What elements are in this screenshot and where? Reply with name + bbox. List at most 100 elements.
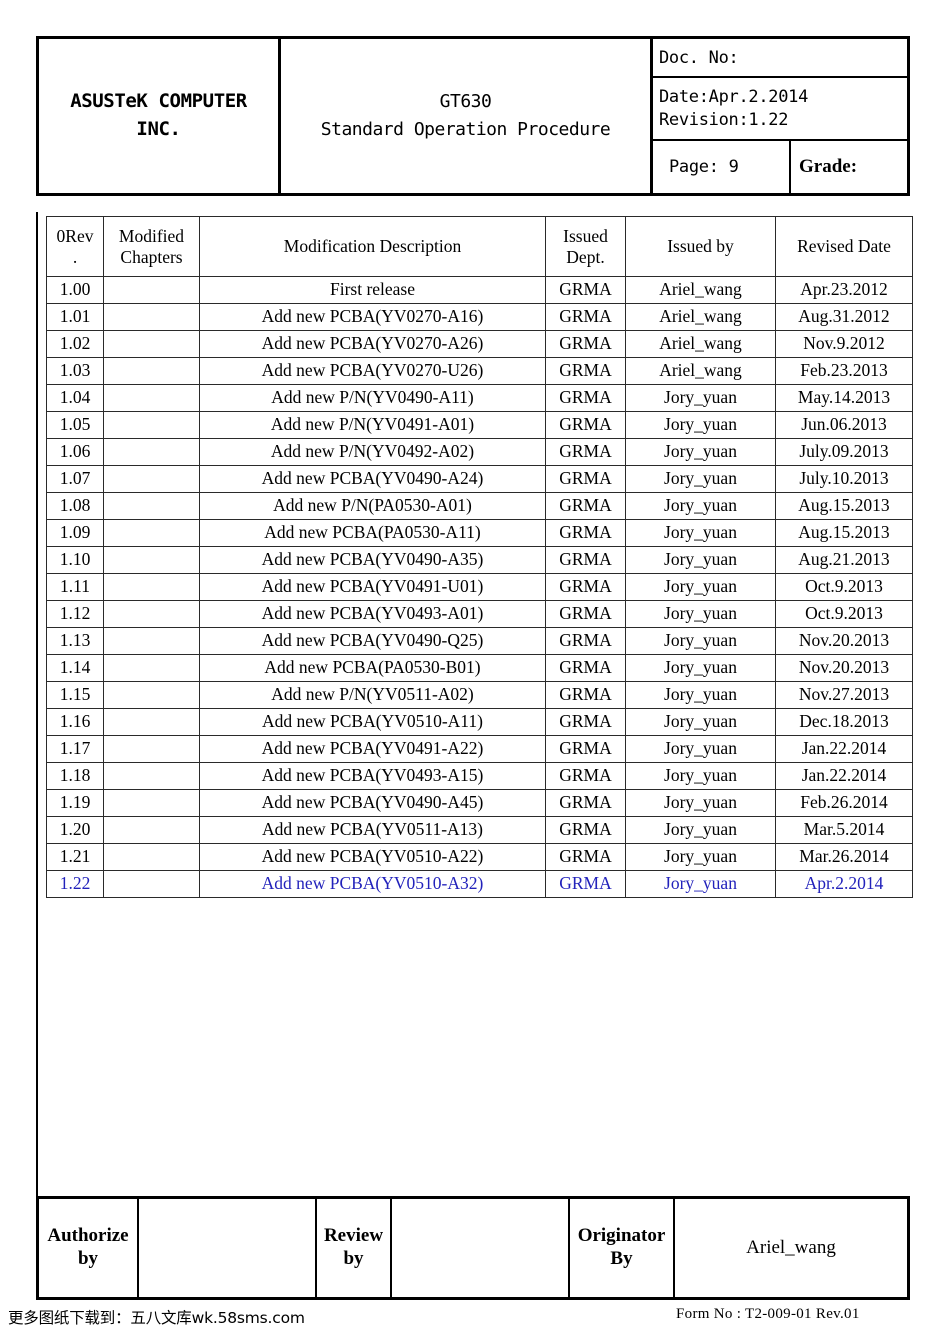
cell-modified-chapters [103,411,200,439]
cell-revised-date: Feb.26.2014 [775,789,913,817]
cell-description: Add new PCBA(YV0270-A16) [199,303,546,331]
cell-issued-by: Jory_yuan [625,708,776,736]
cell-modified-chapters [103,681,200,709]
table-row: 1.09 Add new PCBA(PA0530-A11) GRMA Jory_yua… [46,519,913,547]
grade-label: Grade: [799,156,858,177]
page-number: Page: 9 [669,157,739,177]
cell-revision: 1.17 [46,735,104,763]
cell-revised-date: Mar.5.2014 [775,816,913,844]
cell-description: Add new P/N(YV0491-A01) [199,411,546,439]
table-row: 1.07 Add new PCBA(YV0490-A24) GRMA Jory_yua… [46,465,913,493]
cell-revised-date: Nov.20.2013 [775,654,913,682]
cell-revised-date: Aug.21.2013 [775,546,913,574]
form-number: Form No : T2-009-01 Rev.01 [676,1306,860,1322]
cell-revision: 1.09 [46,519,104,547]
table-row: 1.12 Add new PCBA(YV0493-A01) GRMA Jory_yua… [46,600,913,628]
cell-issued-dept: GRMA [545,816,626,844]
cell-issued-by: Jory_yuan [625,843,776,871]
review-by-value-cell[interactable] [392,1199,570,1297]
table-row: 1.08 Add new P/N(PA0530-A01) GRMA Jory_yuan… [46,492,913,520]
col-header-issued-dept-line2: Dept. [566,246,605,267]
table-row: 1.14 Add new PCBA(PA0530-B01) GRMA Jory_yua… [46,654,913,682]
cell-revision: 1.04 [46,384,104,412]
cell-revision: 1.01 [46,303,104,331]
cell-description: Add new PCBA(YV0491-A22) [199,735,546,763]
cell-issued-dept: GRMA [545,357,626,385]
table-row: 1.02 Add new PCBA(YV0270-A26) GRMA Ariel_wa… [46,330,913,358]
cell-revision: 1.11 [46,573,104,601]
authorize-by-label-line2: by [77,1248,99,1269]
cell-issued-dept: GRMA [545,276,626,304]
cell-issued-dept: GRMA [545,438,626,466]
cell-issued-dept: GRMA [545,681,626,709]
cell-issued-by: Jory_yuan [625,411,776,439]
table-row: 1.06 Add new P/N(YV0492-A02) GRMA Jory_yuan… [46,438,913,466]
cell-modified-chapters [103,762,200,790]
col-header-modified-chapters-line1: Modified [118,225,185,246]
cell-issued-dept: GRMA [545,465,626,493]
authorize-by-label-line1: Authorize [47,1225,129,1247]
document-title-cell: GT630 Standard Operation Procedure [281,39,653,193]
document-meta-block: Doc. No: Date:Apr.2.2014 Revision:1.22 P… [653,39,907,193]
cell-description: Add new PCBA(YV0270-U26) [199,357,546,385]
originator-by-value-cell[interactable]: Ariel_wang [675,1199,907,1297]
cell-description: Add new PCBA(YV0490-A45) [199,789,546,817]
col-header-modification-description: Modification Description [199,216,546,277]
table-row: 1.05 Add new P/N(YV0491-A01) GRMA Jory_yuan… [46,411,913,439]
cell-description: Add new PCBA(YV0270-A26) [199,330,546,358]
cell-revision: 1.08 [46,492,104,520]
cell-revision: 1.07 [46,465,104,493]
cell-description: Add new P/N(YV0490-A11) [199,384,546,412]
table-header-row: 0Rev . Modified Chapters Modification De… [46,216,913,277]
revision-history-area: 0Rev . Modified Chapters Modification De… [36,212,913,1202]
cell-issued-dept: GRMA [545,411,626,439]
cell-modified-chapters [103,492,200,520]
cell-description: Add new PCBA(YV0510-A32) [199,870,546,898]
cell-description: Add new PCBA(YV0493-A01) [199,600,546,628]
col-header-modified-chapters: Modified Chapters [103,216,200,277]
cell-issued-dept: GRMA [545,492,626,520]
cell-issued-dept: GRMA [545,708,626,736]
cell-modified-chapters [103,735,200,763]
cell-description: Add new PCBA(YV0491-U01) [199,573,546,601]
cell-issued-by: Jory_yuan [625,384,776,412]
cell-modified-chapters [103,843,200,871]
cell-description: Add new P/N(YV0492-A02) [199,438,546,466]
doc-no-row: Doc. No: [653,39,907,78]
cell-modified-chapters [103,546,200,574]
authorize-by-value-cell[interactable] [139,1199,317,1297]
table-row: 1.13 Add new PCBA(YV0490-Q25) GRMA Jory_yua… [46,627,913,655]
cell-revised-date: Jan.22.2014 [775,762,913,790]
cell-modified-chapters [103,627,200,655]
cell-description: Add new PCBA(YV0490-A24) [199,465,546,493]
cell-modified-chapters [103,654,200,682]
cell-description: Add new PCBA(PA0530-B01) [199,654,546,682]
cell-revised-date: Nov.9.2012 [775,330,913,358]
company-name-line2: INC. [136,118,181,140]
cell-revised-date: Aug.15.2013 [775,519,913,547]
col-header-issued-dept: Issued Dept. [545,216,626,277]
cell-revised-date: Oct.9.2013 [775,600,913,628]
cell-description: Add new PCBA(YV0510-A22) [199,843,546,871]
cell-issued-dept: GRMA [545,600,626,628]
cell-issued-by: Ariel_wang [625,330,776,358]
cell-revised-date: Aug.15.2013 [775,492,913,520]
cell-revised-date: May.14.2013 [775,384,913,412]
originator-by-label-cell: Originator By [570,1199,675,1297]
cell-revised-date: Aug.31.2012 [775,303,913,331]
document-header-block: ASUSTeK COMPUTER INC. GT630 Standard Ope… [36,36,910,196]
cell-issued-by: Jory_yuan [625,762,776,790]
cell-description: Add new PCBA(YV0511-A13) [199,816,546,844]
authorize-by-label-cell: Authorize by [39,1199,139,1297]
page-grade-row: Page: 9 Grade: [653,141,907,193]
cell-issued-by: Jory_yuan [625,573,776,601]
cell-modified-chapters [103,789,200,817]
cell-issued-by: Jory_yuan [625,654,776,682]
cell-revision: 1.02 [46,330,104,358]
table-row: 1.18 Add new PCBA(YV0493-A15) GRMA Jory_yua… [46,762,913,790]
cell-issued-by: Jory_yuan [625,546,776,574]
document-revision: Revision:1.22 [659,109,789,130]
cell-issued-dept: GRMA [545,735,626,763]
cell-description: Add new P/N(YV0511-A02) [199,681,546,709]
cell-description: First release [199,276,546,304]
